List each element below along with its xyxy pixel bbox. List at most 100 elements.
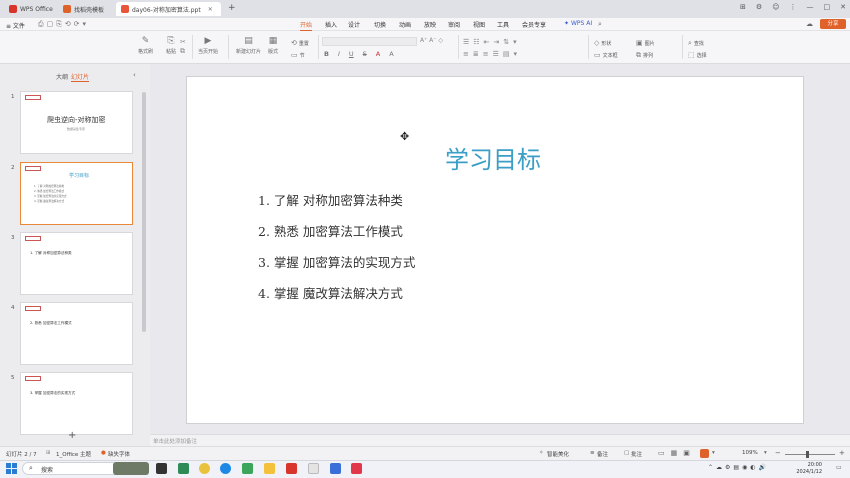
tab-outline[interactable]: 大纲 — [56, 72, 68, 81]
strikethrough-button[interactable]: S — [363, 50, 367, 58]
missing-font-button[interactable]: 缺失字体 — [108, 450, 130, 458]
section-button[interactable]: ▭ 节 — [291, 51, 305, 59]
search-highlight-image[interactable] — [113, 462, 149, 475]
menu-design[interactable]: 设计 — [348, 20, 360, 29]
slide-title[interactable]: 学习目标 — [445, 140, 541, 175]
new-tab-button[interactable]: + — [228, 3, 236, 13]
tab-template[interactable]: 找稻壳模板 — [58, 2, 109, 16]
font-style-buttons: B I U S A A — [324, 50, 394, 58]
bold-button[interactable]: B — [324, 50, 329, 58]
menu-transition[interactable]: 切换 — [374, 20, 386, 29]
search-icon[interactable]: ⌕ — [598, 20, 602, 29]
slide-thumb-4[interactable]: 2. 熟悉 加密算法工作模式 — [20, 302, 133, 365]
cloud-icon[interactable]: ☁ — [806, 20, 813, 28]
highlight-button[interactable]: A — [389, 50, 393, 58]
maximize-button[interactable]: □ — [824, 3, 831, 11]
slide-thumb-1[interactable]: 爬虫逆向-对称加密 数据采集专家 — [20, 91, 133, 154]
slide-thumb-2[interactable]: 学习目标 1. 了解 对称加密算法种类 2. 熟悉 加密算法工作模式 3. 掌握… — [20, 162, 133, 225]
new-slide-button[interactable]: ▤ 新建幻灯片 — [236, 36, 261, 55]
windows-start-icon[interactable] — [6, 463, 17, 474]
slideshow-icon[interactable] — [700, 449, 709, 458]
file-menu[interactable]: ≡ 文件 — [6, 21, 25, 30]
app-icon-2[interactable] — [242, 463, 253, 474]
tab-slides[interactable]: 幻灯片 — [71, 72, 90, 82]
menu-tools[interactable]: 工具 — [497, 20, 509, 29]
menu-slideshow[interactable]: 放映 — [424, 20, 436, 29]
text-editor-icon[interactable] — [308, 463, 319, 474]
ribbon-separator — [588, 35, 589, 59]
app-icon[interactable] — [178, 463, 189, 474]
format-painter-button[interactable]: ✎ 格式刷 — [138, 36, 153, 55]
layout-button[interactable]: ▦ 版式 — [268, 36, 278, 55]
paste-button[interactable]: ⎘ 粘贴 — [166, 36, 176, 55]
select-button[interactable]: ⬚ 选择 — [688, 51, 707, 59]
cut-copy-icons[interactable]: ✂ ⧉ — [180, 38, 186, 56]
zoom-level[interactable]: 109% — [742, 450, 758, 456]
share-button[interactable]: 分享 — [820, 19, 846, 29]
minimize-button[interactable]: — — [807, 3, 814, 11]
zoom-dropdown-icon[interactable]: ▾ — [764, 450, 767, 456]
slide-bullet-1[interactable]: 1. 了解 对称加密算法种类 — [258, 190, 403, 209]
slideshow-dropdown-icon[interactable]: ▾ — [712, 450, 715, 456]
comments-button[interactable]: 批注 — [631, 450, 642, 458]
menu-view[interactable]: 视图 — [473, 20, 485, 29]
slide-bullet-3[interactable]: 3. 掌握 加密算法的实现方式 — [258, 252, 415, 271]
wps-ai-button[interactable]: ✦ WPS AI — [564, 20, 592, 27]
avatar-icon[interactable]: ☺ — [772, 3, 779, 11]
paragraph-list-icons[interactable]: ☰☷⇤⇥⇅▾ — [463, 38, 521, 46]
close-tab-icon[interactable]: ✕ — [208, 6, 213, 13]
underline-button[interactable]: U — [349, 50, 354, 58]
menu-member[interactable]: 会员专享 — [522, 20, 546, 29]
tab-wps-office[interactable]: WPS Office — [4, 2, 58, 16]
slide-thumb-5[interactable]: 3. 掌握 加密算法的实现方式 — [20, 372, 133, 435]
menu-review[interactable]: 审阅 — [448, 20, 460, 29]
chrome-icon[interactable] — [199, 463, 210, 474]
notification-icon[interactable]: ▭ — [836, 464, 842, 471]
wps-taskbar-icon[interactable] — [286, 463, 297, 474]
close-window-button[interactable]: ✕ — [840, 3, 846, 11]
arrange-button[interactable]: ⧉ 排列 — [636, 51, 653, 60]
app-icon-3[interactable] — [330, 463, 341, 474]
slide-thumb-3[interactable]: 1. 了解 对称加密算法种类 — [20, 232, 133, 295]
current-slide[interactable] — [186, 76, 804, 424]
collapse-panel-icon[interactable]: ‹ — [133, 71, 136, 79]
font-size-adjust-icons[interactable]: A⁺ A⁻ ◇ — [420, 37, 443, 44]
zoom-in-icon[interactable]: + — [839, 449, 845, 457]
notes-pane[interactable]: 单击此处添加备注 — [150, 434, 850, 446]
font-color-button[interactable]: A — [376, 50, 380, 58]
edge-icon[interactable] — [220, 463, 231, 474]
smart-beautify-button[interactable]: 智能美化 — [547, 450, 569, 458]
view-mode-icons[interactable]: ▭▦▣ — [658, 449, 696, 457]
menu-home[interactable]: 开始 — [300, 20, 313, 31]
folder-icon[interactable] — [264, 463, 275, 474]
slides-scrollbar[interactable] — [142, 92, 146, 332]
paragraph-align-icons[interactable]: ≡≣≡☰▤▾ — [463, 50, 521, 58]
font-name-select[interactable] — [322, 37, 417, 46]
menu-insert[interactable]: 插入 — [325, 20, 337, 29]
picture-button[interactable]: ▣ 图片 — [636, 39, 655, 47]
slide-bullet-2[interactable]: 2. 熟悉 加密算法工作模式 — [258, 221, 403, 240]
tab-document[interactable]: day06-对称加密算法.ppt ✕ — [116, 2, 221, 16]
quick-access-icons[interactable]: ⎙▢⎘⟲⟳▾ — [38, 20, 89, 29]
textbox-button[interactable]: ▭ 文本框 — [594, 51, 618, 59]
reset-button[interactable]: ⟲ 重置 — [291, 39, 309, 47]
system-tray-icons[interactable]: ⌃☁⚙▤◉◐🔊 — [708, 464, 769, 471]
notes-button[interactable]: 备注 — [597, 450, 608, 458]
zoom-slider-handle[interactable] — [806, 451, 809, 458]
italic-button[interactable]: I — [338, 50, 340, 58]
find-button[interactable]: ⌕ 查找 — [688, 39, 704, 48]
menu-animation[interactable]: 动画 — [399, 20, 411, 29]
slide-bullet-4[interactable]: 4. 掌握 魔改算法解决方式 — [258, 283, 403, 302]
play-current-button[interactable]: ▶ 当页开始 — [198, 36, 218, 55]
task-view-icon[interactable] — [156, 463, 167, 474]
more-icon[interactable]: ⋮ — [790, 3, 797, 11]
zoom-slider-track[interactable] — [785, 454, 835, 455]
taskbar-clock[interactable]: 20:00 2024/1/12 — [796, 462, 822, 475]
zoom-out-icon[interactable]: − — [775, 449, 781, 457]
app-icon-4[interactable] — [351, 463, 362, 474]
layout-icon[interactable]: ⊞ — [740, 3, 746, 11]
theme-label[interactable]: 1_Office 主题 — [56, 450, 91, 458]
add-slide-button[interactable]: + — [68, 430, 76, 441]
shape-button[interactable]: ◇ 形状 — [594, 39, 611, 47]
settings-icon[interactable]: ⚙ — [756, 3, 762, 11]
